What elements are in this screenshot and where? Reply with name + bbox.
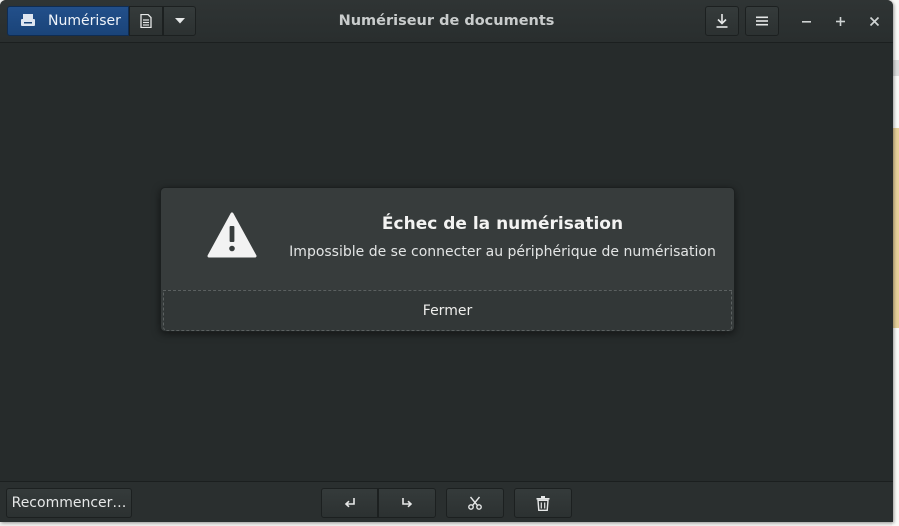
bottom-toolbar: Recommencer…	[0, 481, 893, 522]
restart-button[interactable]: Recommencer…	[6, 488, 132, 518]
header-bar: Numériser Numériseur de documents	[0, 0, 893, 43]
app-window: Numériser Numériseur de documents Échec …	[0, 0, 893, 522]
hamburger-menu-icon	[756, 16, 768, 26]
document-type-button[interactable]	[129, 6, 163, 36]
warning-icon	[207, 212, 257, 258]
rotate-right-icon	[401, 497, 413, 509]
rotate-right-button[interactable]	[378, 488, 436, 518]
dialog-message: Impossible de se connecter au périphériq…	[289, 244, 716, 260]
rotate-left-icon	[344, 497, 356, 509]
scissors-icon	[468, 496, 482, 510]
save-button[interactable]	[705, 6, 739, 36]
delete-page-button[interactable]	[514, 488, 572, 518]
desktop-background	[892, 0, 899, 526]
main-menu-button[interactable]	[745, 6, 779, 36]
maximize-icon	[835, 16, 845, 26]
chevron-down-icon	[174, 18, 185, 24]
minimize-button[interactable]	[795, 10, 817, 32]
minimize-icon	[801, 17, 811, 26]
close-icon	[869, 16, 879, 26]
document-icon	[140, 14, 152, 28]
trash-icon	[536, 495, 550, 511]
error-dialog: Échec de la numérisation Impossible de s…	[160, 187, 735, 332]
crop-button[interactable]	[446, 488, 504, 518]
dialog-title: Échec de la numérisation	[381, 214, 624, 234]
scanner-icon	[20, 14, 36, 28]
maximize-button[interactable]	[829, 10, 851, 32]
scan-button-label: Numériser	[48, 13, 121, 29]
download-icon	[716, 14, 728, 28]
close-dialog-button[interactable]: Fermer	[163, 290, 732, 331]
rotate-left-button[interactable]	[321, 488, 378, 518]
close-window-button[interactable]	[863, 10, 885, 32]
scan-button[interactable]: Numériser	[7, 6, 129, 36]
desktop-element	[892, 60, 899, 76]
desktop-element	[892, 128, 899, 328]
scan-options-dropdown[interactable]	[163, 6, 196, 36]
